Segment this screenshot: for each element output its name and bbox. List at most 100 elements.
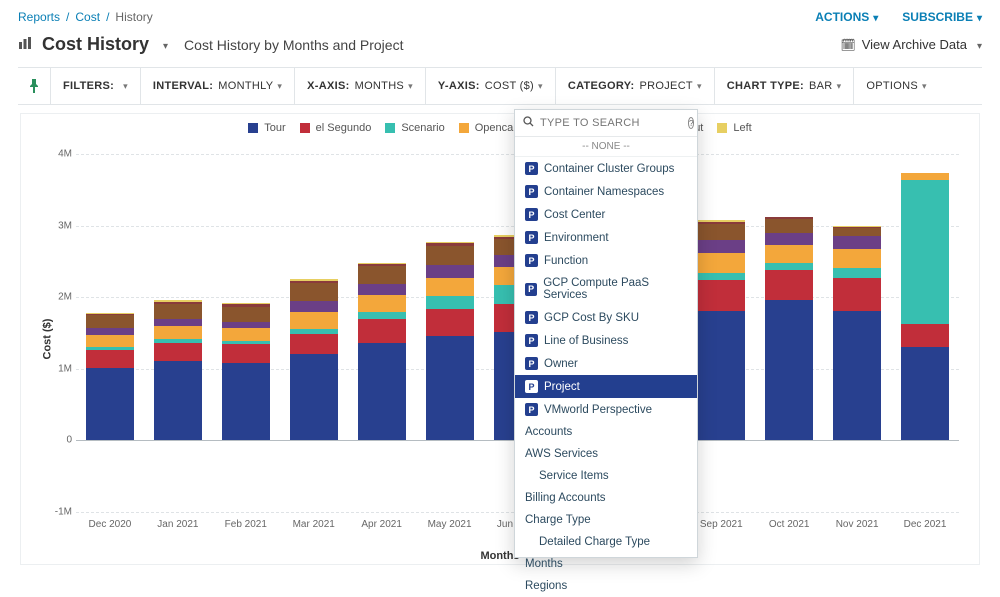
interval-control[interactable]: INTERVAL: MONTHLY bbox=[141, 68, 295, 104]
dropdown-item[interactable]: PFunction bbox=[515, 249, 697, 272]
interval-label: INTERVAL: bbox=[153, 80, 213, 92]
bar-segment bbox=[154, 304, 202, 319]
breadcrumb-reports[interactable]: Reports bbox=[18, 10, 60, 24]
dropdown-item[interactable]: POwner bbox=[515, 352, 697, 375]
bar-segment bbox=[426, 296, 474, 308]
breadcrumb-history: History bbox=[115, 10, 152, 24]
bar-column[interactable] bbox=[901, 173, 949, 441]
dropdown-item[interactable]: PVMworld Perspective bbox=[515, 398, 697, 421]
bar-segment bbox=[154, 319, 202, 326]
bar-segment bbox=[222, 328, 270, 341]
breadcrumb-cost[interactable]: Cost bbox=[75, 10, 100, 24]
category-dropdown[interactable]: ? -- NONE -- PContainer Cluster GroupsPC… bbox=[514, 109, 698, 558]
subscribe-menu[interactable]: SUBSCRIBE bbox=[902, 10, 982, 24]
perspective-badge-icon: P bbox=[525, 162, 538, 175]
bar-column[interactable] bbox=[833, 226, 881, 441]
legend-item[interactable]: Scenario bbox=[385, 122, 444, 134]
perspective-badge-icon: P bbox=[525, 311, 538, 324]
bar-segment bbox=[765, 300, 813, 440]
dropdown-item[interactable]: AWS Services bbox=[515, 443, 697, 465]
legend-swatch bbox=[385, 123, 395, 133]
bar-column[interactable] bbox=[290, 279, 338, 440]
category-label: CATEGORY: bbox=[568, 80, 635, 92]
dropdown-item[interactable]: PContainer Namespaces bbox=[515, 180, 697, 203]
legend-swatch bbox=[300, 123, 310, 133]
dropdown-item[interactable]: Regions bbox=[515, 575, 697, 597]
bar-segment bbox=[154, 361, 202, 440]
title-dropdown[interactable] bbox=[159, 38, 168, 52]
dropdown-item[interactable]: PGCP Compute PaaS Services bbox=[515, 272, 697, 306]
legend-item[interactable]: Opencart bbox=[459, 122, 520, 134]
bar-column[interactable] bbox=[358, 263, 406, 441]
page-title: Cost History bbox=[42, 34, 149, 55]
legend-item[interactable]: el Segundo bbox=[300, 122, 372, 134]
x-tick: Mar 2021 bbox=[293, 519, 335, 530]
bar-segment bbox=[833, 228, 881, 236]
bar-column[interactable] bbox=[154, 300, 202, 440]
dropdown-item[interactable]: PProject bbox=[515, 375, 697, 398]
dropdown-item[interactable]: Detailed Charge Type bbox=[515, 531, 697, 553]
bar-column[interactable] bbox=[426, 242, 474, 441]
xaxis-label: X-AXIS: bbox=[307, 80, 349, 92]
charttype-control[interactable]: CHART TYPE: BAR bbox=[715, 68, 855, 104]
bar-segment bbox=[426, 336, 474, 440]
legend-item[interactable]: Tour bbox=[248, 122, 285, 134]
bar-segment bbox=[833, 311, 881, 441]
filters-control[interactable]: FILTERS: bbox=[51, 68, 141, 104]
y-tick: 1M bbox=[36, 363, 72, 374]
dropdown-item[interactable]: Billing Accounts bbox=[515, 487, 697, 509]
view-archive[interactable]: View Archive Data bbox=[840, 37, 982, 52]
xaxis-control[interactable]: X-AXIS: MONTHS bbox=[295, 68, 426, 104]
category-control[interactable]: CATEGORY: PROJECT bbox=[556, 68, 715, 104]
perspective-badge-icon: P bbox=[525, 208, 538, 221]
actions-menu[interactable]: ACTIONS bbox=[815, 10, 878, 24]
dropdown-search[interactable]: ? bbox=[515, 110, 697, 137]
options-control[interactable]: OPTIONS bbox=[854, 68, 938, 104]
dropdown-item[interactable]: PGCP Cost By SKU bbox=[515, 306, 697, 329]
pin-button[interactable] bbox=[18, 68, 51, 104]
dropdown-item[interactable]: Charge Type bbox=[515, 509, 697, 531]
bar-segment bbox=[901, 173, 949, 180]
charttype-label: CHART TYPE: bbox=[727, 80, 804, 92]
chart: Tourel SegundoScenarioOpencartAwardEBugg… bbox=[20, 113, 980, 565]
search-icon bbox=[523, 116, 534, 130]
bar-segment bbox=[358, 319, 406, 343]
dropdown-item[interactable]: Accounts bbox=[515, 421, 697, 443]
bar-segment bbox=[358, 284, 406, 295]
dropdown-none[interactable]: -- NONE -- bbox=[515, 137, 697, 157]
x-tick: Dec 2021 bbox=[904, 519, 947, 530]
dropdown-item[interactable]: Service Items bbox=[515, 465, 697, 487]
x-tick: Feb 2021 bbox=[225, 519, 267, 530]
search-input[interactable] bbox=[540, 117, 682, 129]
help-icon[interactable]: ? bbox=[688, 117, 694, 129]
bar-column[interactable] bbox=[86, 313, 134, 440]
perspective-badge-icon: P bbox=[525, 334, 538, 347]
yaxis-control[interactable]: Y-AXIS: COST ($) bbox=[426, 68, 556, 104]
legend-item[interactable]: Left bbox=[717, 122, 751, 134]
dropdown-item-label: VMworld Perspective bbox=[544, 404, 652, 416]
breadcrumb-sep: / bbox=[106, 10, 109, 24]
dropdown-item[interactable]: PContainer Cluster Groups bbox=[515, 157, 697, 180]
x-tick: May 2021 bbox=[428, 519, 472, 530]
dropdown-item-label: Function bbox=[544, 255, 588, 267]
bar-column[interactable] bbox=[222, 303, 270, 440]
calendar-icon bbox=[840, 37, 855, 52]
bar-column[interactable] bbox=[697, 220, 745, 440]
dropdown-item[interactable]: Months bbox=[515, 553, 697, 575]
legend-label: el Segundo bbox=[316, 122, 372, 134]
bar-segment bbox=[358, 312, 406, 319]
dropdown-item[interactable]: PLine of Business bbox=[515, 329, 697, 352]
dropdown-item[interactable]: PEnvironment bbox=[515, 226, 697, 249]
y-tick: 4M bbox=[36, 149, 72, 160]
bar-segment bbox=[697, 253, 745, 272]
bar-segment bbox=[426, 278, 474, 297]
x-tick: Dec 2020 bbox=[89, 519, 132, 530]
legend-swatch bbox=[717, 123, 727, 133]
dropdown-item-label: Project bbox=[544, 381, 580, 393]
bar-segment bbox=[86, 315, 134, 328]
dropdown-item-label: Container Namespaces bbox=[544, 186, 664, 198]
charttype-value: BAR bbox=[809, 80, 841, 92]
bar-column[interactable] bbox=[765, 217, 813, 441]
dropdown-item[interactable]: PCost Center bbox=[515, 203, 697, 226]
bar-segment bbox=[426, 309, 474, 336]
